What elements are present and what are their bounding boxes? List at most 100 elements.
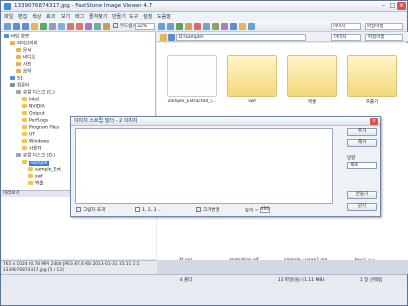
- tree-item-music[interactable]: 음악: [16, 69, 31, 75]
- path-input[interactable]: D:\sample\: [176, 34, 306, 41]
- tree-label: 로컬 디스크 (C:): [23, 90, 55, 96]
- menu-file[interactable]: 파일: [4, 13, 13, 20]
- tree-item-output[interactable]: Output: [22, 111, 45, 117]
- zoom-out-icon[interactable]: [167, 23, 174, 30]
- menu-settings[interactable]: 설정: [143, 13, 152, 20]
- settings-icon[interactable]: [248, 23, 255, 30]
- zoom-in-icon[interactable]: [158, 23, 165, 30]
- menu-help[interactable]: 도움말: [157, 13, 171, 20]
- smooth-checkbox[interactable]: ✓ 부드럽게: [113, 23, 137, 29]
- image-info-panel: 765 x 1024 (0.78 MP) 24bit JPEG 87.6 KB …: [1, 260, 156, 274]
- folder-icon: [22, 111, 27, 115]
- fullscreen-icon[interactable]: [49, 23, 56, 30]
- height-input[interactable]: 400: [259, 207, 270, 213]
- tree-item-sample[interactable]: sample: [22, 160, 50, 166]
- slideshow-icon[interactable]: [58, 23, 65, 30]
- resize-checkbox[interactable]: ✓ 크기변경: [196, 207, 220, 214]
- refresh-icon[interactable]: [40, 23, 47, 30]
- folder-icon[interactable]: [160, 34, 167, 41]
- option-label: 1, 2, 3 ...: [142, 208, 163, 213]
- folder-icon: [28, 167, 33, 171]
- folder-thumbnail: [287, 55, 337, 97]
- tree-item-pictures[interactable]: 사진: [16, 62, 31, 68]
- sort-icon[interactable]: [185, 23, 192, 30]
- tree-item-videos[interactable]: 비디오: [16, 55, 35, 61]
- bookmark-icon[interactable]: [168, 34, 175, 41]
- wallpaper-icon[interactable]: [221, 23, 228, 30]
- tree-item-nvidia[interactable]: NVIDIA: [22, 104, 45, 110]
- tree-item-drive-d[interactable]: 로컬 디스크 (D:): [16, 153, 55, 159]
- print-icon[interactable]: [212, 23, 219, 30]
- tree-item-intel[interactable]: Intel: [22, 97, 39, 103]
- option-label: 그림자 효과: [83, 208, 106, 213]
- delete-icon[interactable]: [194, 23, 201, 30]
- tree-item-sample-ext[interactable]: sample_Ext: [28, 167, 61, 173]
- tree-item-desktop[interactable]: 바탕 화면: [4, 34, 29, 40]
- tree-item-drive-c[interactable]: 로컬 디스크 (C:): [16, 90, 55, 96]
- rotate-left-icon[interactable]: [67, 23, 74, 30]
- tree-item-libraries[interactable]: 라이브러리: [10, 41, 38, 47]
- tree-item-ut[interactable]: UT: [22, 132, 35, 138]
- menu-effects[interactable]: 효과: [46, 13, 55, 20]
- minimize-button[interactable]: –: [379, 2, 388, 10]
- type-select[interactable]: 이미지: [331, 23, 361, 30]
- menu-view[interactable]: 보기: [61, 13, 70, 20]
- tree-item-computer[interactable]: 컴퓨터: [10, 83, 29, 89]
- close-button[interactable]: ×: [397, 2, 406, 10]
- add-button[interactable]: 추가: [347, 128, 377, 136]
- batch-icon[interactable]: [239, 23, 246, 30]
- tree-label: sample_Ext: [35, 167, 61, 173]
- thumbnail-item[interactable]: sample_Extracted_l...: [167, 55, 217, 104]
- tree-item-excel[interactable]: 엑셀: [28, 181, 43, 187]
- thumbnail-item[interactable]: 엑셀: [287, 55, 337, 105]
- maximize-button[interactable]: □: [388, 2, 397, 10]
- image-list[interactable]: [75, 128, 333, 204]
- menu-create[interactable]: 만들기: [112, 13, 126, 20]
- checkbox-checked-icon: ✓: [196, 207, 201, 212]
- thumbnail-item[interactable]: 프롤기: [347, 55, 397, 105]
- dialog-close-button[interactable]: ×: [370, 118, 378, 125]
- sort-select[interactable]: 파일이름: [365, 34, 403, 41]
- tree-item-s1[interactable]: S1: [10, 76, 23, 82]
- open-icon[interactable]: [4, 23, 11, 30]
- crop-icon[interactable]: [85, 23, 92, 30]
- color-icon[interactable]: [103, 23, 110, 30]
- tree-item-perflogs[interactable]: PerfLogs: [22, 118, 48, 124]
- view-thumbs-icon[interactable]: [176, 23, 183, 30]
- menu-edit[interactable]: 편집: [18, 13, 27, 20]
- forward-icon[interactable]: [22, 23, 29, 30]
- direction-select[interactable]: 세로: [347, 162, 377, 169]
- thumbnail-label: sample_Extracted_l...: [167, 99, 217, 104]
- tree-item-program-files[interactable]: Program Files: [22, 125, 59, 131]
- tree-label: Output: [29, 111, 45, 117]
- back-icon[interactable]: [13, 23, 20, 30]
- tree-item-windows[interactable]: Windows: [22, 139, 49, 145]
- tree-item-swf[interactable]: swf: [28, 174, 43, 180]
- zoom-select[interactable]: 32%: [135, 23, 155, 30]
- menu-tools[interactable]: 도구: [129, 13, 138, 20]
- numbering-checkbox[interactable]: 1, 2, 3 ...: [135, 207, 162, 214]
- email-icon[interactable]: [203, 23, 210, 30]
- menu-color[interactable]: 색상: [32, 13, 41, 20]
- compare-icon[interactable]: [230, 23, 237, 30]
- rotate-right-icon[interactable]: [76, 23, 83, 30]
- folder-icon: [22, 125, 27, 129]
- image-info-text: 765 x 1024 (0.78 MP) 24bit JPEG 87.6 KB …: [3, 262, 140, 267]
- resize-icon[interactable]: [94, 23, 101, 30]
- tree-label: S1: [17, 76, 23, 82]
- tree-label: 컴퓨터: [17, 83, 30, 89]
- menu-tag[interactable]: 태그: [75, 13, 84, 20]
- folder-up-icon[interactable]: [31, 23, 38, 30]
- remove-button[interactable]: 제거: [347, 139, 377, 147]
- tree-item-documents[interactable]: 문서: [16, 48, 31, 54]
- tree-item-users[interactable]: 사용자: [22, 146, 41, 152]
- desktop-icon: [4, 34, 9, 38]
- library-icon: [10, 41, 15, 45]
- thumbnail-item[interactable]: swf: [227, 55, 277, 104]
- filter-select[interactable]: 이미지: [331, 34, 361, 41]
- shadow-checkbox[interactable]: ✓ 그림자 효과: [76, 207, 105, 214]
- menu-favorites[interactable]: 즐겨찾기: [89, 13, 107, 20]
- create-button[interactable]: 만들기: [347, 191, 377, 199]
- view-select[interactable]: 파일이름: [365, 23, 403, 30]
- close-dialog-button[interactable]: 닫기: [347, 203, 377, 211]
